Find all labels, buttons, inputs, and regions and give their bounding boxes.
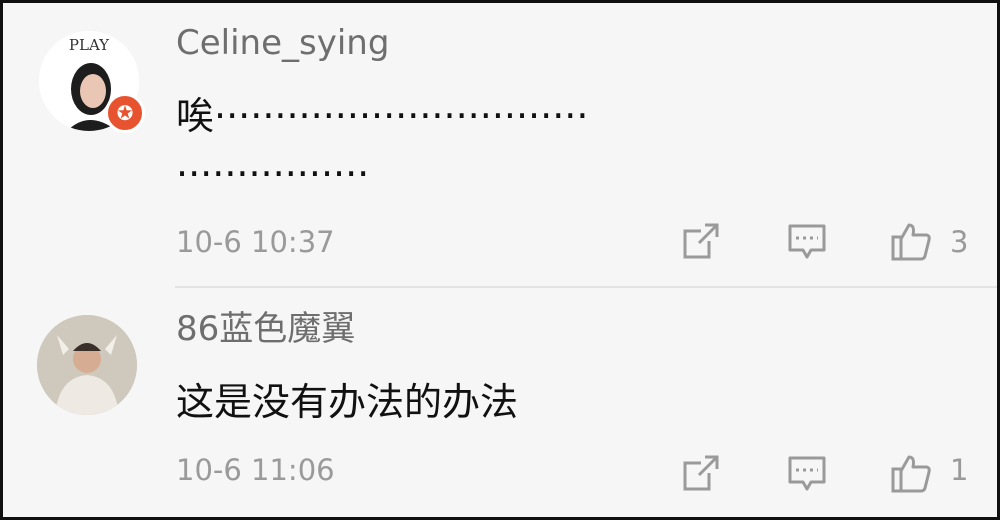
like-count: 3: [950, 225, 969, 259]
share-icon[interactable]: [681, 221, 721, 261]
comment-item: PLAY ✪ Celine_sying 唉···················…: [3, 3, 997, 286]
timestamp: 10-6 11:06: [176, 453, 335, 487]
star-badge-icon: ✪: [105, 93, 145, 133]
comment-text: 唉······························· ·······…: [176, 94, 589, 196]
comment-item: 86蓝色魔翼 这是没有办法的办法 10-6 11:06 1: [3, 287, 997, 517]
avatar-logo-text: PLAY: [69, 36, 110, 54]
comment-icon[interactable]: [787, 221, 827, 261]
avatar[interactable]: [37, 315, 137, 415]
timestamp: 10-6 10:37: [176, 225, 335, 259]
comment-text: 这是没有办法的办法: [176, 380, 519, 424]
share-icon[interactable]: [681, 453, 721, 493]
thumbs-up-icon[interactable]: [891, 453, 931, 493]
comment-list: PLAY ✪ Celine_sying 唉···················…: [0, 0, 1000, 520]
comment-icon[interactable]: [787, 453, 827, 493]
username[interactable]: 86蓝色魔翼: [176, 301, 355, 350]
username[interactable]: Celine_sying: [176, 23, 389, 63]
like-count: 1: [950, 453, 969, 487]
thumbs-up-icon[interactable]: [891, 221, 931, 261]
